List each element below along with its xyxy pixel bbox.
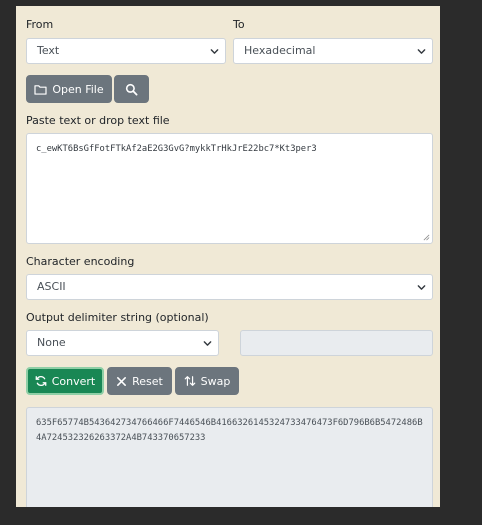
chevron-down-icon bbox=[210, 49, 219, 54]
output-textarea[interactable]: 635F65774B543642734766466F7446546B416632… bbox=[26, 407, 433, 507]
chevron-down-icon bbox=[417, 285, 426, 290]
delimiter-select-value: None bbox=[37, 336, 66, 349]
to-select[interactable]: Hexadecimal bbox=[233, 38, 433, 64]
swap-arrows-icon bbox=[184, 376, 195, 386]
delimiter-select[interactable]: None bbox=[26, 330, 219, 356]
reset-label: Reset bbox=[132, 374, 163, 388]
resize-handle-icon[interactable] bbox=[423, 234, 430, 241]
input-text: c_ewKT6BsGfFotFTkAf2aE2G3GvG?mykkTrHkJrE… bbox=[36, 144, 317, 154]
close-icon bbox=[117, 376, 127, 386]
swap-label: Swap bbox=[200, 374, 231, 388]
custom-delimiter-input[interactable] bbox=[240, 330, 433, 356]
folder-icon bbox=[34, 84, 47, 95]
convert-label: Convert bbox=[51, 374, 96, 388]
encoding-select-value: ASCII bbox=[37, 280, 66, 293]
open-file-button[interactable]: Open File bbox=[26, 75, 112, 103]
refresh-icon bbox=[35, 376, 47, 386]
encoding-select[interactable]: ASCII bbox=[26, 274, 433, 300]
chevron-down-icon bbox=[417, 49, 426, 54]
converter-panel: From Text To Hexadecimal Open File Paste… bbox=[16, 6, 440, 507]
chevron-down-icon bbox=[203, 341, 212, 346]
from-select-value: Text bbox=[37, 44, 60, 57]
swap-button[interactable]: Swap bbox=[175, 367, 239, 395]
input-textarea[interactable]: c_ewKT6BsGfFotFTkAf2aE2G3GvG?mykkTrHkJrE… bbox=[26, 133, 433, 244]
convert-button[interactable]: Convert bbox=[26, 367, 104, 395]
output-text: 635F65774B543642734766466F7446546B416632… bbox=[36, 418, 423, 443]
from-label: From bbox=[26, 18, 54, 31]
delimiter-label: Output delimiter string (optional) bbox=[26, 311, 209, 324]
from-select[interactable]: Text bbox=[26, 38, 226, 64]
search-button[interactable] bbox=[114, 75, 149, 103]
to-select-value: Hexadecimal bbox=[244, 44, 316, 57]
to-label: To bbox=[233, 18, 245, 31]
encoding-label: Character encoding bbox=[26, 255, 135, 268]
open-file-label: Open File bbox=[52, 82, 104, 96]
reset-button[interactable]: Reset bbox=[107, 367, 172, 395]
input-label: Paste text or drop text file bbox=[26, 114, 170, 127]
search-icon bbox=[125, 83, 138, 95]
